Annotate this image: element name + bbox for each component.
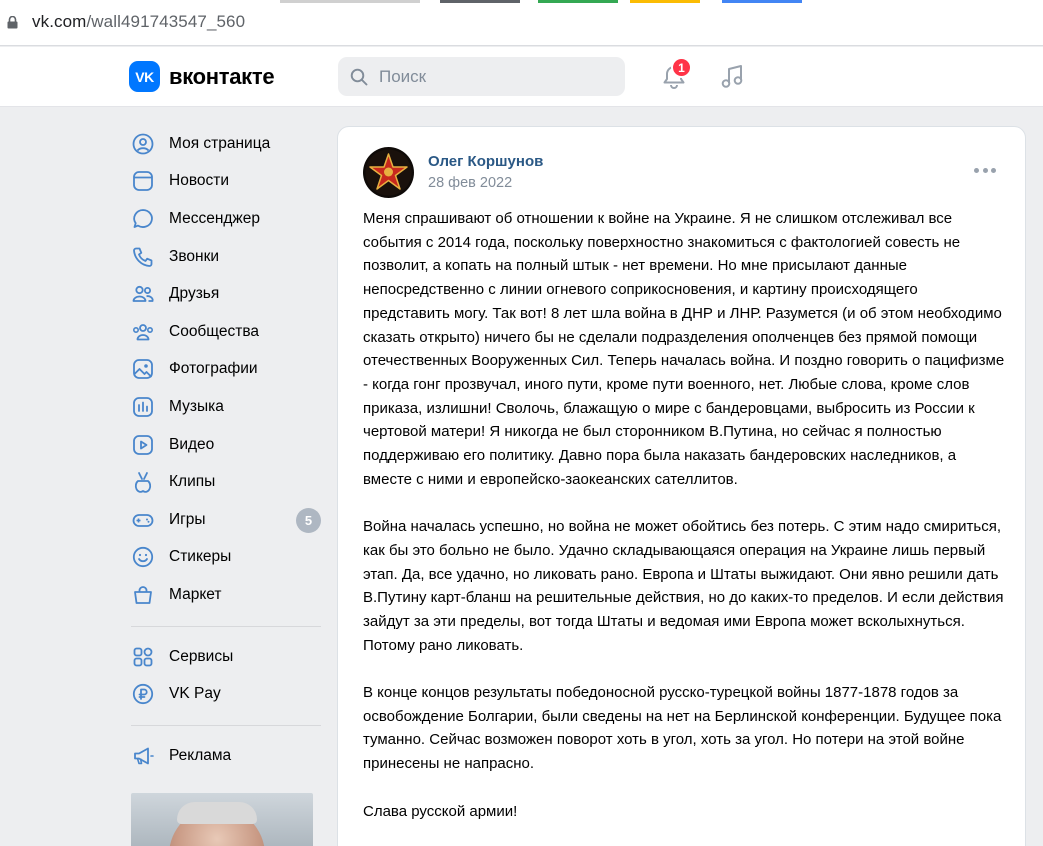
sidebar-item-label: Друзья [169,285,220,303]
phone-icon [129,243,157,271]
sidebar-item-label: Новости [169,172,230,190]
post-author-name[interactable]: Олег Коршунов [428,153,543,170]
sidebar-item-my-page[interactable]: Моя страница [129,125,329,163]
post-paragraph: Меня спрашивают об отношении к войне на … [363,210,1005,488]
communities-icon [129,318,157,346]
games-count-badge: 5 [296,507,321,533]
vk-header: VK вконтакте 1 [0,47,1043,107]
sidebar-item-friends[interactable]: Друзья [129,275,329,313]
sidebar-item-label: Клипы [169,473,216,491]
sidebar-item-messenger[interactable]: Мессенджер [129,200,329,238]
sidebar-item-vk-pay[interactable]: VK Pay [129,675,329,713]
sidebar-item-label: Маркет [169,585,222,603]
sidebar-item-news[interactable]: Новости [129,163,329,201]
sidebar-divider [131,625,321,627]
tab-strip-edge [0,0,1043,3]
market-bag-icon [129,581,157,609]
left-sidebar: Моя страница Новости Мессенджер Звонки Д… [129,125,329,775]
music-player-icon[interactable] [719,63,747,91]
sidebar-item-label: Фотографии [169,360,258,378]
browser-address-bar: vk.com/wall491743547_560 [0,0,1043,46]
sidebar-item-label: Звонки [169,247,220,265]
services-grid-icon [129,643,157,671]
url-path: /wall491743547_560 [86,12,246,31]
sidebar-item-label: Стикеры [169,548,232,566]
clips-icon [129,468,157,496]
wall-post: Олег Коршунов 28 фев 2022 Меня спрашиваю… [337,126,1026,846]
sidebar-item-services[interactable]: Сервисы [129,638,329,676]
more-options-icon[interactable] [974,165,996,175]
smile-icon [129,543,157,571]
search-icon [350,68,368,86]
post-text: Меня спрашивают об отношении к войне на … [363,207,1008,846]
sidebar-item-stickers[interactable]: Стикеры [129,539,329,577]
sidebar-item-music[interactable]: Музыка [129,388,329,426]
author-avatar[interactable] [363,147,414,198]
sidebar-item-label: Игры [169,510,206,528]
url-field[interactable]: vk.com/wall491743547_560 [32,12,245,32]
sidebar-divider [131,724,321,726]
sidebar-item-label: Мессенджер [169,209,261,227]
sidebar-item-label: Моя страница [169,134,271,152]
gamepad-icon [129,506,157,534]
sidebar-item-label: Сообщества [169,322,260,340]
ruble-icon [129,680,157,708]
sidebar-item-label: Реклама [169,746,232,764]
ad-banner-image[interactable] [131,793,313,846]
sidebar-item-ads[interactable]: Реклама [129,737,329,775]
vk-logo-text: вконтакте [169,63,275,89]
music-bars-icon [129,393,157,421]
red-star-avatar-image [365,149,412,196]
sidebar-item-market[interactable]: Маркет [129,576,329,614]
friends-icon [129,280,157,308]
message-bubble-icon [129,205,157,233]
sidebar-item-label: Видео [169,435,215,453]
post-date[interactable]: 28 фев 2022 [428,175,512,191]
sidebar-item-calls[interactable]: Звонки [129,238,329,276]
search-box[interactable] [338,57,625,96]
url-host: vk.com [32,12,87,31]
notification-count-badge: 1 [671,57,692,78]
news-icon [129,167,157,195]
sidebar-item-photos[interactable]: Фотографии [129,351,329,389]
megaphone-icon [129,742,157,770]
sidebar-item-video[interactable]: Видео [129,426,329,464]
sidebar-item-communities[interactable]: Сообщества [129,313,329,351]
video-icon [129,431,157,459]
vk-logo[interactable]: VK вконтакте [129,61,275,92]
post-paragraph: Война началась успешно, но война не може… [363,518,1004,654]
photo-icon [129,355,157,383]
vk-logo-icon: VK [129,61,160,92]
sidebar-item-clips[interactable]: Клипы [129,463,329,501]
sidebar-item-label: VK Pay [169,685,221,703]
search-input[interactable] [379,57,609,96]
sidebar-item-label: Сервисы [169,647,234,665]
sidebar-item-games[interactable]: Игры 5 [129,501,329,539]
post-paragraph: В конце концов результаты победоносной р… [363,684,1002,773]
post-paragraph: Слава русской армии! [363,802,518,820]
lock-icon [7,16,18,29]
sidebar-item-label: Музыка [169,397,224,415]
user-circle-icon [129,130,157,158]
